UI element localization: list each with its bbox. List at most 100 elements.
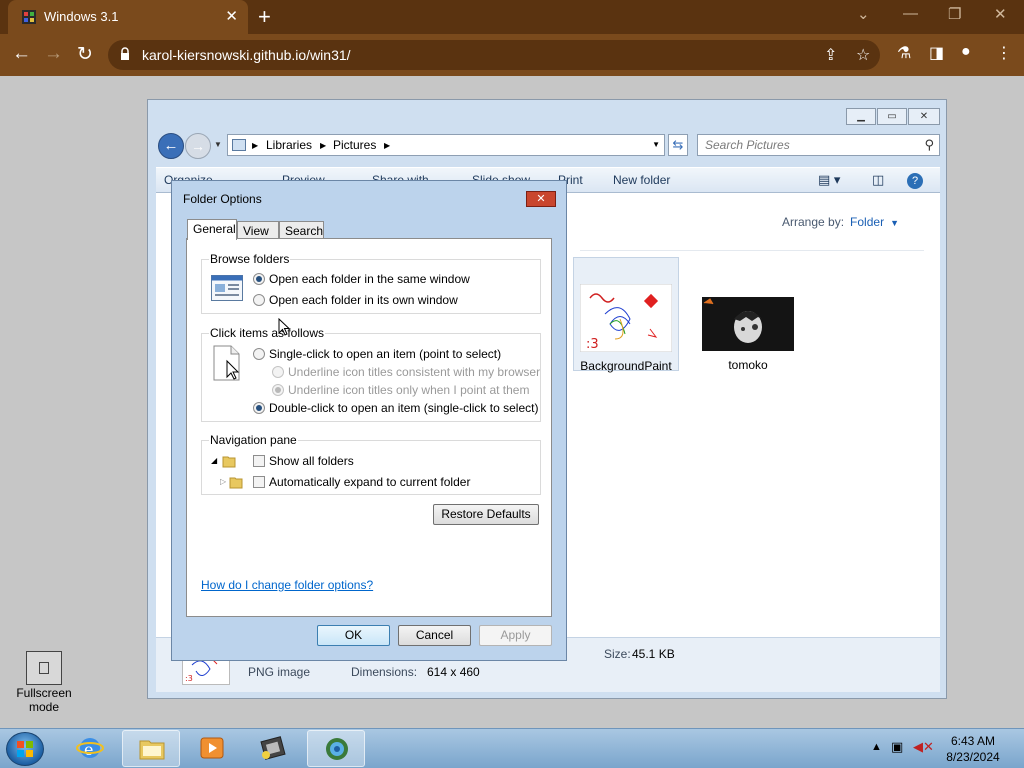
taskbar-app[interactable] xyxy=(244,730,302,767)
details-size-value: 45.1 KB xyxy=(632,647,675,661)
start-button[interactable] xyxy=(6,732,44,766)
file-name: BackgroundPaint xyxy=(580,359,672,373)
help-icon[interactable]: ? xyxy=(907,173,923,189)
explorer-back-button[interactable]: ← xyxy=(158,133,184,159)
details-dimensions-label: Dimensions: xyxy=(351,665,418,679)
breadcrumb-arrow-icon[interactable]: ▶ xyxy=(320,141,326,150)
minimize-icon[interactable]: — xyxy=(903,5,918,22)
show-hidden-icons[interactable]: ▲ xyxy=(871,741,882,753)
taskbar-internet-explorer[interactable]: e xyxy=(61,730,119,767)
back-arrow-icon[interactable]: ← xyxy=(12,43,31,65)
taskbar-media-player[interactable] xyxy=(183,730,241,767)
file-name: tomoko xyxy=(728,358,768,372)
background-paint-thumbnail: :3 xyxy=(579,283,673,353)
browser-tab-strip: Windows 3.1 ✕ + ⌄ — ❐ ✕ xyxy=(0,0,1024,34)
preview-pane-icon[interactable]: ◫ xyxy=(872,172,884,188)
explorer-minimize-icon[interactable]: ▁ xyxy=(846,108,876,125)
fullscreen-label-line2: mode xyxy=(28,700,60,714)
arrange-dropdown-icon[interactable]: ▼ xyxy=(890,218,899,228)
taskbar-clock[interactable]: 6:43 AM 8/23/2024 xyxy=(940,733,1006,765)
menu-icon[interactable]: ⋮ xyxy=(996,43,1012,63)
double-click-radio[interactable] xyxy=(253,402,265,414)
cancel-button[interactable]: Cancel xyxy=(398,625,471,646)
tab-search-icon[interactable]: ⌄ xyxy=(857,5,870,23)
address-bar[interactable]: karol-kiersnowski.github.io/win31/ ⇪ ☆ xyxy=(108,40,880,70)
windows-logo-icon xyxy=(17,741,33,757)
network-icon[interactable]: ▣ xyxy=(891,739,903,755)
breadcrumb-pictures[interactable]: Pictures xyxy=(333,138,376,152)
open-own-window-label: Open each folder in its own window xyxy=(269,293,458,307)
open-same-window-option[interactable]: Open each folder in the same window xyxy=(253,272,470,286)
recent-pages-icon[interactable]: ▼ xyxy=(214,140,222,149)
extensions-icon[interactable]: ⚗ xyxy=(897,43,911,63)
explorer-address-bar[interactable]: ▶ Libraries ▶ Pictures ▶ ▼ xyxy=(227,134,665,156)
file-item[interactable]: tomoko xyxy=(695,257,801,372)
new-tab-button[interactable]: + xyxy=(258,4,271,30)
explorer-close-icon[interactable]: ✕ xyxy=(908,108,940,125)
fullscreen-mode-button[interactable] xyxy=(26,651,62,685)
close-tab-icon[interactable]: ✕ xyxy=(225,7,238,25)
tree-collapsed-icon: ▷ xyxy=(220,477,227,486)
tomoko-thumbnail xyxy=(702,297,794,351)
search-icon[interactable]: ⚲ xyxy=(924,137,934,153)
double-click-option[interactable]: Double-click to open an item (single-cli… xyxy=(253,401,538,415)
underline-point-label: Underline icon titles only when I point … xyxy=(288,383,530,397)
help-link[interactable]: How do I change folder options? xyxy=(201,578,373,592)
browser-toolbar: ← → ↻ karol-kiersnowski.github.io/win31/… xyxy=(0,34,1024,76)
address-dropdown-icon[interactable]: ▼ xyxy=(652,140,660,149)
file-item[interactable]: :3 BackgroundPaint xyxy=(573,257,679,373)
reload-icon[interactable]: ↻ xyxy=(77,43,93,66)
breadcrumb-arrow-icon[interactable]: ▶ xyxy=(384,141,390,150)
change-view-icon[interactable]: ▤ ▾ xyxy=(818,172,840,188)
side-panel-icon[interactable]: ◨ xyxy=(929,43,944,63)
show-all-folders-option[interactable]: Show all folders xyxy=(253,454,354,468)
breadcrumb-arrow-icon[interactable]: ▶ xyxy=(252,141,258,150)
windows-favicon-icon xyxy=(22,10,36,24)
taskbar: e ▲ ▣ ◀✕ 6:43 AM 8/23/2024 xyxy=(0,728,1024,768)
forward-arrow-icon[interactable]: → xyxy=(44,43,63,65)
auto-expand-option[interactable]: Automatically expand to current folder xyxy=(253,475,470,489)
new-folder-button[interactable]: New folder xyxy=(613,173,670,187)
details-dimensions-value: 614 x 460 xyxy=(427,665,480,679)
browser-tab[interactable]: Windows 3.1 ✕ xyxy=(8,0,248,34)
ok-button[interactable]: OK xyxy=(317,625,390,646)
restore-icon[interactable]: ❐ xyxy=(948,5,961,23)
dialog-title: Folder Options xyxy=(183,192,262,206)
media-player-icon xyxy=(200,737,224,759)
tab-general[interactable]: General xyxy=(187,219,237,240)
open-same-window-label: Open each folder in the same window xyxy=(269,272,470,286)
svg-text::3: :3 xyxy=(586,337,599,352)
explorer-search-input[interactable]: Search Pictures ⚲ xyxy=(697,134,940,156)
taskbar-explorer[interactable] xyxy=(122,730,180,767)
explorer-maximize-icon[interactable]: ▭ xyxy=(877,108,907,125)
share-icon[interactable]: ⇪ xyxy=(824,45,837,65)
bookmark-star-icon[interactable]: ☆ xyxy=(856,45,870,65)
close-window-icon[interactable]: ✕ xyxy=(994,5,1007,23)
internet-explorer-icon: e xyxy=(76,738,104,759)
click-document-icon xyxy=(213,345,240,381)
open-same-window-radio[interactable] xyxy=(253,273,265,285)
explorer-forward-button[interactable]: → xyxy=(185,133,211,159)
open-own-window-radio[interactable] xyxy=(253,294,265,306)
arrange-by-value[interactable]: Folder xyxy=(850,215,884,229)
navigation-pane-group: Navigation pane ◢ ▷ Show all folders Aut… xyxy=(201,433,541,495)
application-icon xyxy=(260,736,286,760)
url-text: karol-kiersnowski.github.io/win31/ xyxy=(142,47,351,63)
single-click-radio[interactable] xyxy=(253,348,265,360)
open-own-window-option[interactable]: Open each folder in its own window xyxy=(253,293,458,307)
folder-icon xyxy=(222,456,236,468)
restore-defaults-button[interactable]: Restore Defaults xyxy=(433,504,539,525)
auto-expand-checkbox[interactable] xyxy=(253,476,265,488)
profile-icon[interactable]: ● xyxy=(961,43,971,61)
volume-muted-icon[interactable]: ◀✕ xyxy=(913,739,934,755)
click-items-group: Click items as follows Single-click to o… xyxy=(201,326,541,422)
taskbar-browser[interactable] xyxy=(307,730,365,767)
show-all-folders-checkbox[interactable] xyxy=(253,455,265,467)
tab-search[interactable]: Search xyxy=(279,221,324,239)
tab-view[interactable]: View xyxy=(237,221,279,239)
details-size-label: Size: xyxy=(604,647,631,661)
explorer-refresh-button[interactable]: ⇆ xyxy=(668,134,688,156)
single-click-option[interactable]: Single-click to open an item (point to s… xyxy=(253,347,501,361)
dialog-close-icon[interactable]: ✕ xyxy=(526,191,556,207)
breadcrumb-libraries[interactable]: Libraries xyxy=(266,138,312,152)
